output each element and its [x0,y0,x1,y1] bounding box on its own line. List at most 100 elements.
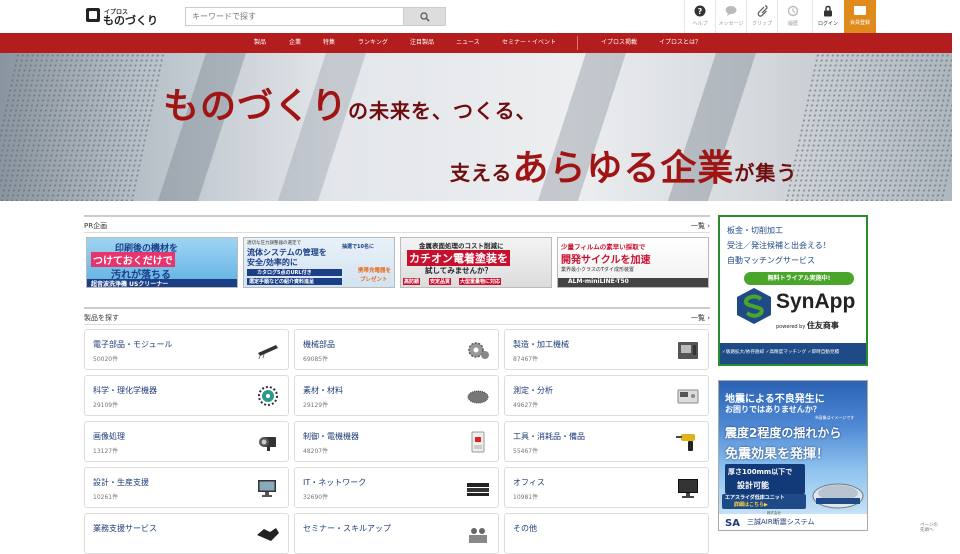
member-register-button[interactable]: 会員登録 [844,0,876,33]
ad-quake-cta-box: エアスライダ低床ユニット 詳細はこちら▶ [722,494,806,509]
login-button[interactable]: ログイン [812,0,843,33]
hero-headline-2-a: 支える [450,161,513,185]
category-count: 55467件 [513,448,539,455]
pr-banner-text: 高防錆 [403,278,421,285]
pr-banner-text: 金属表面処理のコスト削減に [419,242,504,250]
category-name: 工具・消耗品・備品 [513,432,585,441]
search-button[interactable] [403,7,446,26]
scroll-hint-line: 先頭へ [920,527,934,533]
pr-section-title: PR企画 [84,222,108,230]
products-section-header: 製品を探す 一覧 › [84,307,710,323]
ad-quake-line: エアスライダ低床ユニット [725,495,785,501]
category-name: セミナー・スキルアップ [303,524,391,533]
scroll-to-top-link[interactable]: ページの 先頭へ [920,523,938,534]
member-register-label: 会員登録 [849,20,870,26]
hero-headline-2: 支えるあらゆる企業が集う [450,139,797,191]
ad-quake-line: 設計可能 [737,481,769,490]
pr-banner-text: ALM-miniLINE-T50 [558,278,708,287]
message-icon [725,6,737,16]
category-card[interactable]: 素材・材料 29129件 [294,375,499,416]
category-card[interactable]: IT・ネットワーク 32690件 [294,467,499,508]
pr-banner-text: 携帯充電器を [358,268,392,274]
nav-products[interactable]: 製品 [254,33,266,53]
lock-icon [824,5,832,17]
category-card[interactable]: オフィス 10981件 [504,467,709,508]
ad-synapp-line: 受注／発注候補と出会える！ [727,241,831,250]
pr-banner-text: 適切な圧力調整器の選定で [247,241,301,246]
pr-banner-film[interactable]: 少量フィルムの素早い採取で 開発サイクルを加速 業界最小クラスのTダイ成形装置 … [557,237,709,288]
category-card[interactable]: セミナー・スキルアップ [294,513,499,554]
camera-icon [259,437,276,451]
pr-banner-text: つけておくだけで [91,252,175,267]
history-icon [787,5,799,17]
nav-separator [577,36,578,50]
search-input[interactable] [185,7,403,26]
category-name: 科学・理化学機器 [93,386,157,395]
seminar-icon [469,528,487,543]
ad-synapp-powered-by: powered by [776,324,806,330]
pr-banner-text: 選定手順などの紹介資料進呈 [247,278,342,285]
category-card[interactable]: 科学・理化学機器 29109件 [84,375,289,416]
category-count: 10981件 [513,494,539,501]
category-card[interactable]: 工具・消耗品・備品 55467件 [504,421,709,462]
ad-quake-note: ※画像はイメージです [815,415,855,420]
nav-companies[interactable]: 企業 [289,33,301,53]
hero-headline-2-c: が集う [734,161,798,185]
category-card[interactable]: 業務支援サービス [84,513,289,554]
ad-quake-company: 三誠AIR断震システム [747,518,815,526]
category-name: 設計・生産支援 [93,478,149,487]
login-label: ログイン [817,21,838,27]
ad-quake-line: 地震による不良発生に [725,394,825,405]
pr-banner-text: 少量フィルムの素早い採取で [561,243,646,251]
nav-seminars[interactable]: セミナー・イベント [502,33,556,53]
header: イプロス ものづくり ? ヘルプ メッセージ クリップ 履歴 ログイン 会員登録 [0,0,960,33]
category-count: 13127件 [93,448,119,455]
category-card[interactable]: 製造・加工機械 87467件 [504,329,709,370]
category-name: 制御・電機機器 [303,432,359,441]
pr-banner-text: 安全/効率的に [247,258,298,267]
category-name: 機械部品 [303,340,335,349]
nav-features[interactable]: 特集 [323,33,335,53]
hero-circuit-image [0,53,166,201]
sanseiair-logo-icon: SA [725,518,740,528]
svg-text:SA: SA [725,518,740,528]
category-count: 29129件 [303,402,329,409]
monitor-icon [258,480,276,497]
history-button[interactable]: 履歴 [777,0,808,33]
seismic-unit-image [812,483,864,509]
category-card[interactable]: 電子部品・モジュール 50020件 [84,329,289,370]
nav-featured-products[interactable]: 注目製品 [410,33,434,53]
clip-button[interactable]: クリップ [746,0,777,33]
pr-more-label: 一覧 [690,222,705,230]
pr-more-link[interactable]: 一覧 › [691,221,710,231]
category-card[interactable]: 画像処理 13127件 [84,421,289,462]
nav-about[interactable]: イプロスとは？ [659,33,701,53]
ad-seismic-isolation[interactable]: 地震による不良発生に お困りではありませんか？ ※画像はイメージです 震度2程度… [718,380,868,531]
site-logo[interactable]: イプロス ものづくり [86,8,158,27]
pr-divider [84,232,710,233]
nav-listing[interactable]: イプロス掲載 [601,33,637,53]
nav-news[interactable]: ニュース [456,33,480,53]
category-name: IT・ネットワーク [303,478,367,487]
pr-banner-cleaner[interactable]: 印刷後の機材を つけておくだけで 汚れが落ちる 超音波洗浄機 USクリーナー [86,237,238,288]
search-icon [420,12,430,22]
category-card[interactable]: 測定・分析 49627件 [504,375,709,416]
category-card[interactable]: その他 [504,513,709,554]
category-card[interactable]: 設計・生産支援 10261件 [84,467,289,508]
message-button[interactable]: メッセージ [715,0,746,33]
category-card[interactable]: 機械部品 69085件 [294,329,499,370]
products-more-link[interactable]: 一覧 › [691,313,710,323]
nav-ranking[interactable]: ランキング [358,33,388,53]
hero-banner: ものづくりの未来を、つくる、 支えるあらゆる企業が集う [0,53,952,201]
ad-synapp-trial-badge: 無料トライアル実施中! [744,272,854,285]
pr-banner-text: 超音波洗浄機 USクリーナー [87,279,237,287]
category-card[interactable]: 制御・電機機器 48207件 [294,421,499,462]
help-button[interactable]: ? ヘルプ [684,0,715,33]
category-name: オフィス [513,478,545,487]
ad-synapp[interactable]: 板金・切削加工 受注／発注候補と出会える！ 自動マッチングサービス 無料トライア… [718,215,868,366]
hero-headline-1-big: ものづくり [163,85,349,127]
pr-banner-coating[interactable]: 金属表面処理のコスト削減に カチオン電着塗装を 試してみませんか？ 高防錆 安定… [400,237,552,288]
ad-synapp-footer: ✓販路拡大/依存脱却 ✓高精度マッチング ✓即時自動見積 [722,350,840,355]
category-count: 50020件 [93,356,119,363]
pr-banner-regulator[interactable]: 適切な圧力調整器の選定で 流体システムの管理を 安全/効率的に カタログ5点のU… [243,237,395,288]
